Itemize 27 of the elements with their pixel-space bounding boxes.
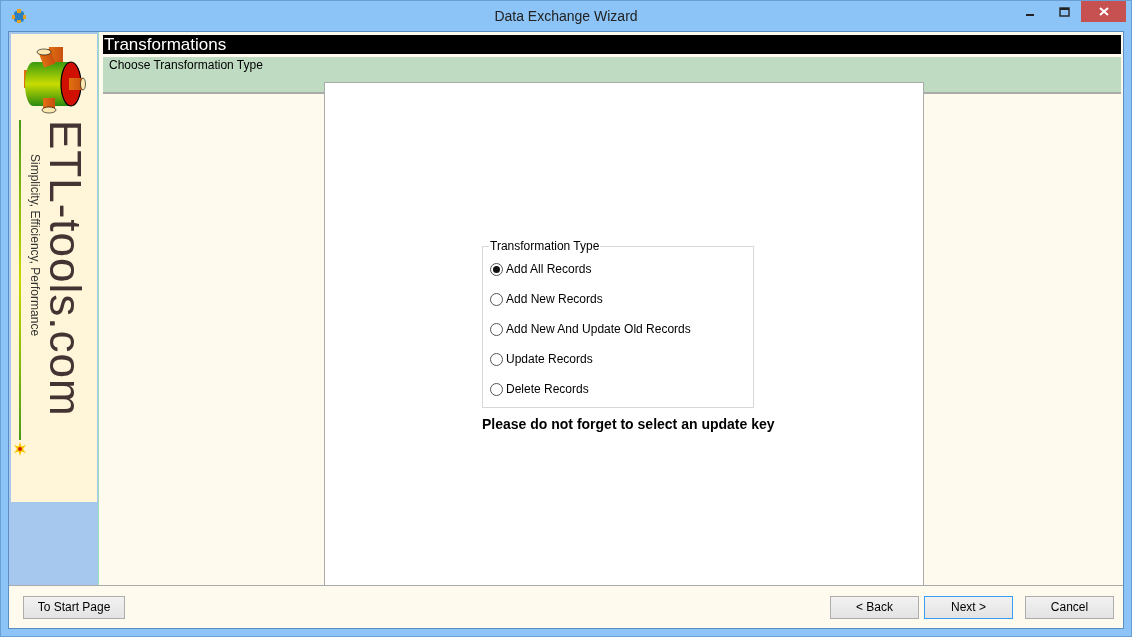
group-title: Transformation Type (489, 239, 601, 253)
radio-label[interactable]: Update Records (506, 352, 593, 366)
radio-button[interactable] (490, 262, 503, 276)
sun-icon (13, 442, 27, 456)
radio-label[interactable]: Add All Records (506, 262, 592, 276)
radio-button[interactable] (490, 352, 503, 366)
maximize-icon (1058, 6, 1070, 17)
radio-label[interactable]: Add New Records (506, 292, 603, 306)
wizard-button[interactable]: Cancel (1025, 595, 1114, 619)
radio-button[interactable] (490, 322, 503, 336)
logo-tagline: Simplicity, Efficiency, Performance (28, 154, 42, 337)
logo-text: ETL-tools.com (42, 120, 88, 417)
page-subtitle: Choose Transformation Type (109, 58, 263, 72)
page-title: Transformations (103, 35, 1121, 54)
radio-button[interactable] (490, 382, 503, 396)
wizard-button[interactable]: Next > (924, 595, 1013, 619)
radio-label[interactable]: Delete Records (506, 382, 589, 396)
hint-text: Please do not forget to select an update key (482, 416, 775, 432)
app-icon (11, 8, 27, 24)
radio-label[interactable]: Add New And Update Old Records (506, 322, 691, 336)
close-button[interactable] (1081, 1, 1126, 22)
minimize-icon (1026, 14, 1034, 16)
wizard-button[interactable]: < Back (830, 595, 919, 619)
close-icon (1098, 7, 1109, 16)
window-title: Data Exchange Wizard (494, 8, 638, 24)
radio-button[interactable] (490, 292, 503, 306)
wizard-button[interactable]: To Start Page (23, 595, 125, 619)
